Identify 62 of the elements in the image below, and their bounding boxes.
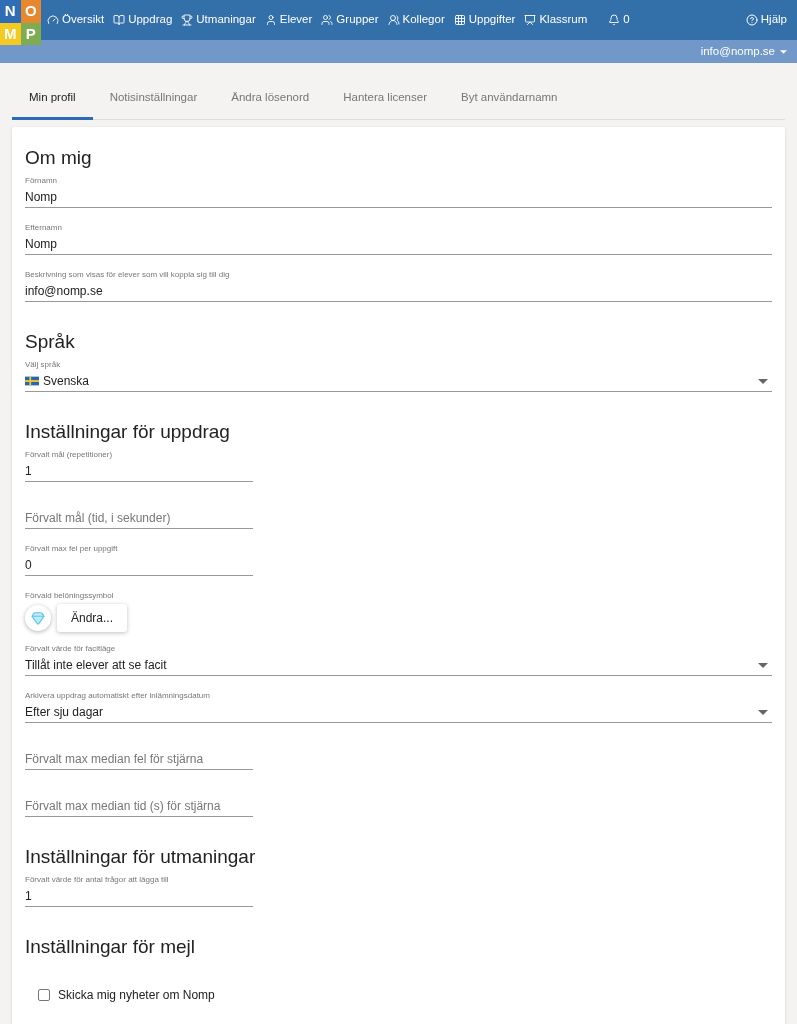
users-icon: [387, 14, 400, 26]
input-field[interactable]: 0: [25, 555, 253, 576]
section-heading: Inställningar för utmaningar: [25, 845, 257, 869]
tab[interactable]: Notisinställningar: [92, 78, 215, 120]
nav-link[interactable]: Utmaningar: [181, 11, 256, 29]
field-label: Välj språk: [25, 359, 62, 371]
gauge-icon: [47, 14, 59, 26]
checkbox-label: Skicka mig nyheter om Nomp: [58, 987, 215, 1004]
nav-link[interactable]: Uppgifter: [453, 11, 516, 29]
field-label: Efternamn: [25, 223, 62, 232]
presentation-icon: [524, 14, 537, 26]
input-field[interactable]: Förvalt max median tid (s) för stjärna: [25, 796, 253, 817]
field-label: Förvald belöningssymbol: [25, 590, 115, 602]
news-checkbox[interactable]: Skicka mig nyheter om Nomp: [25, 986, 772, 1004]
grid-icon: [453, 14, 466, 26]
flag-icon: [25, 376, 39, 386]
tab[interactable]: Ändra lösenord: [214, 78, 327, 120]
section-heading: Inställningar för uppdrag: [25, 420, 231, 444]
tab[interactable]: Min profil: [12, 78, 93, 120]
trophy-icon: [181, 14, 194, 26]
select-field[interactable]: Svenska: [25, 371, 772, 392]
field-label: Förvalt mål (repetitioner): [25, 450, 113, 459]
change-button[interactable]: Ändra...: [57, 604, 128, 632]
field-label: Förvalt värde för antal frågor att lägga till: [25, 875, 169, 884]
account-menu[interactable]: info@nomp.se: [700, 42, 787, 61]
input-field[interactable]: Förvalt mål (tid, i sekunder): [25, 508, 253, 529]
book-icon: [113, 14, 126, 26]
field-label: Förvalt värde för facitläge: [25, 643, 117, 655]
input-field[interactable]: Nomp: [25, 187, 772, 208]
select-field[interactable]: Tillåt inte elever att se facit: [25, 655, 772, 676]
nav-link[interactable]: Grupper: [321, 11, 379, 29]
input-field[interactable]: 1: [25, 461, 253, 482]
section-heading: Språk: [25, 330, 76, 354]
section-heading: Om mig: [25, 146, 93, 170]
help-icon: [745, 14, 758, 26]
input-field[interactable]: 1: [25, 886, 253, 907]
bell-icon: [608, 14, 621, 26]
user-icon: [264, 14, 277, 26]
checkbox[interactable]: [38, 989, 50, 1001]
nav-link[interactable]: Kollegor: [387, 11, 445, 29]
nav-link[interactable]: Översikt: [47, 11, 105, 29]
caret-icon: [780, 49, 787, 54]
nav-link[interactable]: Elever: [264, 11, 313, 29]
nav-link[interactable]: 0: [608, 11, 630, 29]
input-field[interactable]: Nomp: [25, 234, 772, 255]
select-field[interactable]: Efter sju dagar: [25, 702, 772, 723]
input-field[interactable]: info@nomp.se: [25, 281, 772, 302]
dropdown-caret-icon: [758, 662, 768, 668]
nav-link[interactable]: Uppdrag: [113, 11, 173, 29]
input-field[interactable]: Förvalt max median fel för stjärna: [25, 749, 253, 770]
tab[interactable]: Hantera licenser: [326, 78, 444, 120]
dropdown-caret-icon: [758, 378, 768, 384]
field-label: Förnamn: [25, 176, 57, 185]
help-link[interactable]: Hjälp: [745, 11, 787, 29]
nav-link[interactable]: Klassrum: [524, 11, 588, 29]
field-label: Arkivera uppdrag automatiskt efter inlämningsdatum: [25, 690, 211, 702]
field-label: Beskrivning som visas för elever som vill koppla sig till dig: [25, 270, 230, 279]
tab[interactable]: Byt användarnamn: [443, 78, 575, 120]
section-heading: Inställningar för mejl: [25, 935, 197, 959]
field-label: Förvalt max fel per uppgift: [25, 544, 118, 553]
dropdown-caret-icon: [758, 709, 768, 715]
users-icon: [321, 14, 334, 26]
